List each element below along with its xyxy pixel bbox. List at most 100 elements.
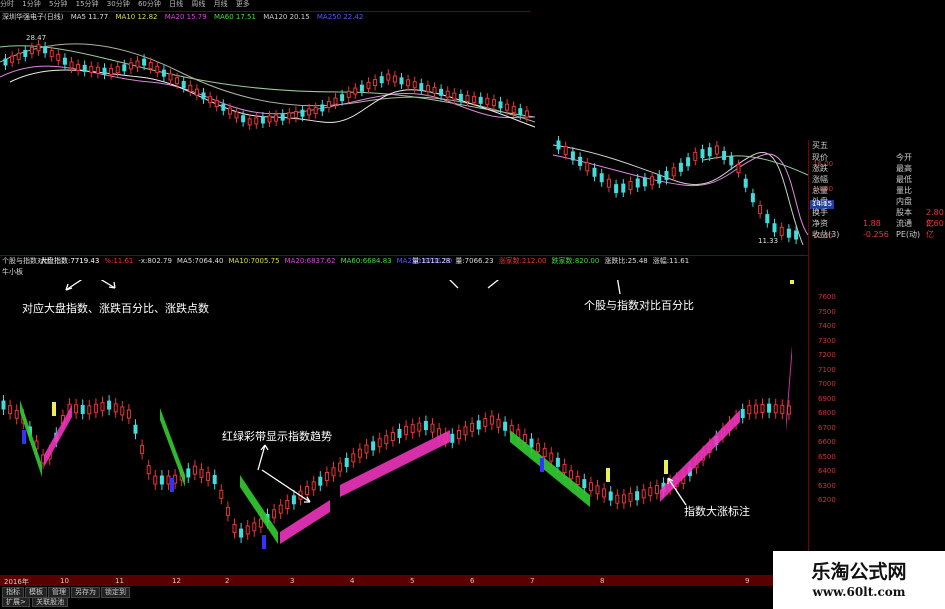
y-tick-label: 7100	[818, 365, 836, 374]
index-candle	[219, 489, 224, 499]
index-candle	[159, 475, 164, 485]
index-candle	[562, 464, 567, 474]
ma60-readout: MA60 17.51	[213, 13, 256, 21]
info-key: 内盘	[896, 197, 912, 206]
readout-label: MA10:	[228, 257, 251, 265]
period-tab[interactable]: 60分钟	[138, 0, 161, 8]
period-tab[interactable]: 5分钟	[49, 0, 67, 8]
index-candle	[767, 403, 772, 413]
trend-ribbon	[160, 408, 185, 487]
upper-candle	[386, 73, 391, 81]
upper-candle	[16, 52, 21, 60]
site-watermark: 乐淘公式网 www.60lt.com	[773, 551, 945, 609]
index-candle	[146, 465, 151, 475]
upper-candle	[313, 107, 318, 115]
tab-lock[interactable]: 锁定到	[101, 587, 130, 598]
index-candle	[476, 420, 481, 430]
upper-candle	[671, 167, 676, 177]
upper-candle	[700, 149, 705, 159]
period-tab[interactable]: 分时	[0, 0, 14, 8]
trend-ribbon	[510, 430, 590, 507]
index-candle	[232, 524, 237, 534]
upper-candle	[432, 86, 437, 94]
upper-candle	[556, 140, 561, 150]
upper-candle-chart-right[interactable]: 11.33	[553, 135, 808, 255]
index-candle	[8, 405, 13, 415]
index-candle	[74, 404, 79, 414]
fall-marker	[262, 535, 266, 549]
upper-candle	[729, 156, 734, 166]
index-candle	[496, 418, 501, 428]
upper-candle	[399, 77, 404, 85]
tab-expand[interactable]: 扩展>	[2, 597, 30, 607]
index-candle	[285, 499, 290, 509]
upper-candle	[10, 55, 15, 63]
indicator-readout: %:11.61	[104, 257, 133, 265]
info-row: 换手 股本 2.80亿	[808, 207, 945, 228]
indicator-readout: 涨跌比:25.48	[604, 257, 647, 265]
upper-candle	[491, 99, 496, 107]
upper-candle	[452, 92, 457, 100]
upper-candle	[707, 147, 712, 157]
index-candle	[357, 448, 362, 458]
annotation-compare-percent: 个股与指数对比百分比	[584, 299, 694, 312]
readout-label: 涨幅:	[652, 257, 670, 265]
index-candle	[595, 485, 600, 495]
upper-candle	[722, 150, 727, 160]
big-rise-marker	[52, 402, 56, 416]
upper-candle-chart[interactable]: 28.47	[0, 22, 540, 142]
index-candle	[377, 438, 382, 448]
index-candle	[318, 476, 323, 486]
index-candle	[245, 525, 250, 535]
info-row: 涨跌 最高	[808, 163, 945, 174]
index-candle	[483, 417, 488, 427]
period-tab[interactable]: 日线	[169, 0, 183, 8]
info-key: 流通	[896, 219, 912, 228]
period-tab[interactable]: 月线	[214, 0, 228, 8]
ma250-readout: MA250 22.42	[316, 13, 364, 21]
period-tab[interactable]: 更多	[236, 0, 250, 8]
index-candle	[93, 403, 98, 413]
index-comparison-chart[interactable]	[0, 280, 808, 575]
tab-save-as[interactable]: 另存为	[71, 587, 100, 598]
index-candle	[536, 443, 541, 453]
period-tab[interactable]: 30分钟	[107, 0, 130, 8]
y-tick-label: 7000	[818, 380, 836, 388]
quote-info-panel: 买五 现价 今开 涨跌 最高 涨幅 最低 总量 量比 外盘 内盘 换手 股本 2.80亿 净资 1.88 流通…	[808, 140, 945, 245]
info-key: 换手	[812, 208, 828, 217]
index-candle	[338, 462, 343, 472]
upper-candle	[478, 96, 483, 104]
upper-candle	[498, 101, 503, 109]
upper-candle	[221, 103, 226, 111]
period-tab[interactable]: 15分钟	[76, 0, 99, 8]
readout-value: 802.79	[147, 257, 172, 265]
index-candle	[555, 457, 560, 467]
index-candle	[192, 465, 197, 475]
upper-candle	[599, 173, 604, 183]
readout-value: 11.61	[113, 257, 134, 265]
index-candle	[397, 428, 402, 438]
period-tab[interactable]: 周线	[191, 0, 205, 8]
date-tick: 10	[60, 577, 69, 585]
index-candle	[272, 509, 277, 519]
period-tab[interactable]: 1分钟	[22, 0, 40, 8]
index-candle	[575, 476, 580, 486]
index-candle	[107, 400, 112, 410]
upper-candle	[82, 64, 87, 72]
readout-label: MA20:	[284, 257, 307, 265]
index-candle	[463, 426, 468, 436]
y-tick-label: 7200	[818, 351, 836, 359]
index-candle	[1, 400, 6, 410]
upper-candle	[693, 151, 698, 161]
index-candle	[311, 481, 316, 491]
date-tick: 12	[172, 577, 181, 585]
tab-linked-pool[interactable]: 关联股池	[32, 597, 69, 607]
index-candle	[522, 433, 527, 443]
readout-label: 涨跌比:	[604, 257, 628, 265]
upper-candle	[161, 69, 166, 77]
upper-candle	[307, 108, 312, 116]
upper-candle	[772, 223, 777, 233]
upper-candle	[657, 174, 662, 184]
ma120-readout: MA120 20.15	[263, 13, 310, 21]
info-key: 最低	[896, 175, 912, 184]
